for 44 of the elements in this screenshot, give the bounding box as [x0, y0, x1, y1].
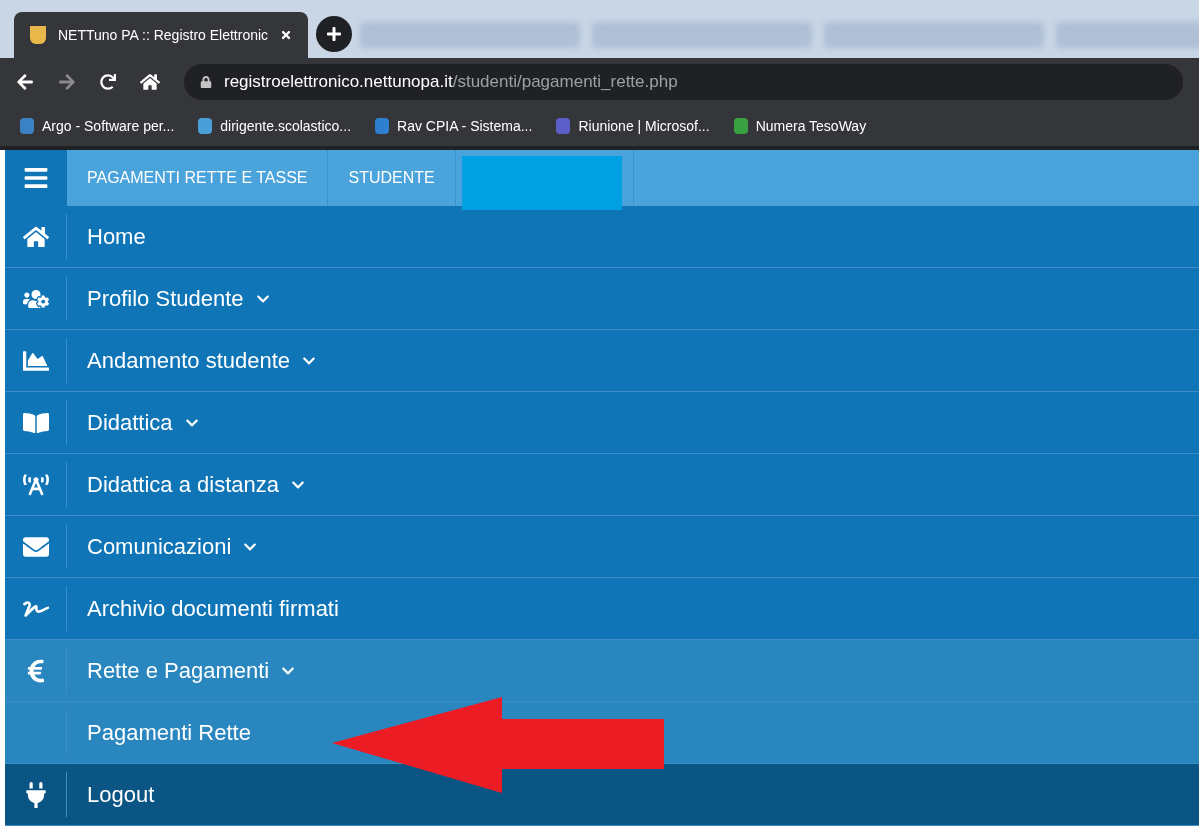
favicon-icon [733, 118, 748, 134]
menu-label: Profilo Studente [87, 285, 244, 313]
lock-icon [200, 76, 212, 88]
menu-item[interactable]: Home [5, 206, 1199, 268]
menu-label: Rette e Pagamenti [87, 657, 270, 685]
bookmark[interactable]: Numera TesoWay [733, 115, 867, 137]
url-text: registroelettronico.nettunopa.it/studenti/pagamenti_rette.php [224, 71, 678, 94]
menu-item[interactable]: Andamento studente [5, 330, 1199, 392]
menu-label: Andamento studente [87, 347, 291, 375]
menu-label: Pagamenti Rette [87, 719, 251, 747]
menu-item[interactable]: Rette e Pagamenti [5, 640, 1199, 702]
menu-label: Didattica a distanza [87, 471, 279, 499]
favicon-icon [375, 118, 390, 134]
menu-label: Home [87, 223, 146, 251]
home-icon[interactable] [140, 72, 160, 92]
favicon-icon [198, 118, 213, 134]
shield-icon [30, 26, 46, 44]
favicon-icon [556, 118, 571, 134]
plus-icon [326, 26, 343, 42]
bookmark[interactable]: dirigente.scolastico... [198, 115, 352, 137]
menu-label: Didattica [87, 409, 173, 437]
menu-icon [23, 165, 49, 191]
bookmark[interactable]: Rav CPIA - Sistema... [375, 115, 533, 137]
new-tab-button[interactable] [316, 16, 353, 52]
favicon-icon [20, 118, 34, 134]
menu-label: Archivio documenti firmati [87, 595, 339, 623]
browser-tab[interactable]: NETTuno PA :: Registro Elettronic [14, 12, 309, 58]
close-icon[interactable] [280, 29, 293, 41]
reload-icon[interactable] [100, 74, 116, 90]
menu-label: Comunicazioni [87, 533, 232, 561]
bookmark[interactable]: Riunione | Microsof... [556, 115, 710, 137]
bookmark[interactable]: Argo - Software per... [20, 115, 175, 137]
menu-item[interactable]: Didattica [5, 392, 1199, 454]
forward-icon[interactable] [58, 73, 76, 91]
tab-title: NETTuno PA :: Registro Elettronic [58, 25, 269, 45]
address-field[interactable]: registroelettronico.nettunopa.it/studenti/pagamenti_rette.php [184, 64, 1183, 100]
menu-item[interactable]: Didattica a distanza [5, 454, 1199, 516]
menu-button[interactable] [5, 150, 67, 206]
menu-item[interactable]: Archivio documenti firmati [5, 578, 1199, 640]
menu-item[interactable]: Comunicazioni [5, 516, 1199, 578]
logout-item[interactable]: Logout [5, 764, 1199, 826]
back-icon[interactable] [16, 73, 34, 91]
menu-label: Logout [87, 781, 155, 809]
menu-item[interactable]: Profilo Studente [5, 268, 1199, 330]
